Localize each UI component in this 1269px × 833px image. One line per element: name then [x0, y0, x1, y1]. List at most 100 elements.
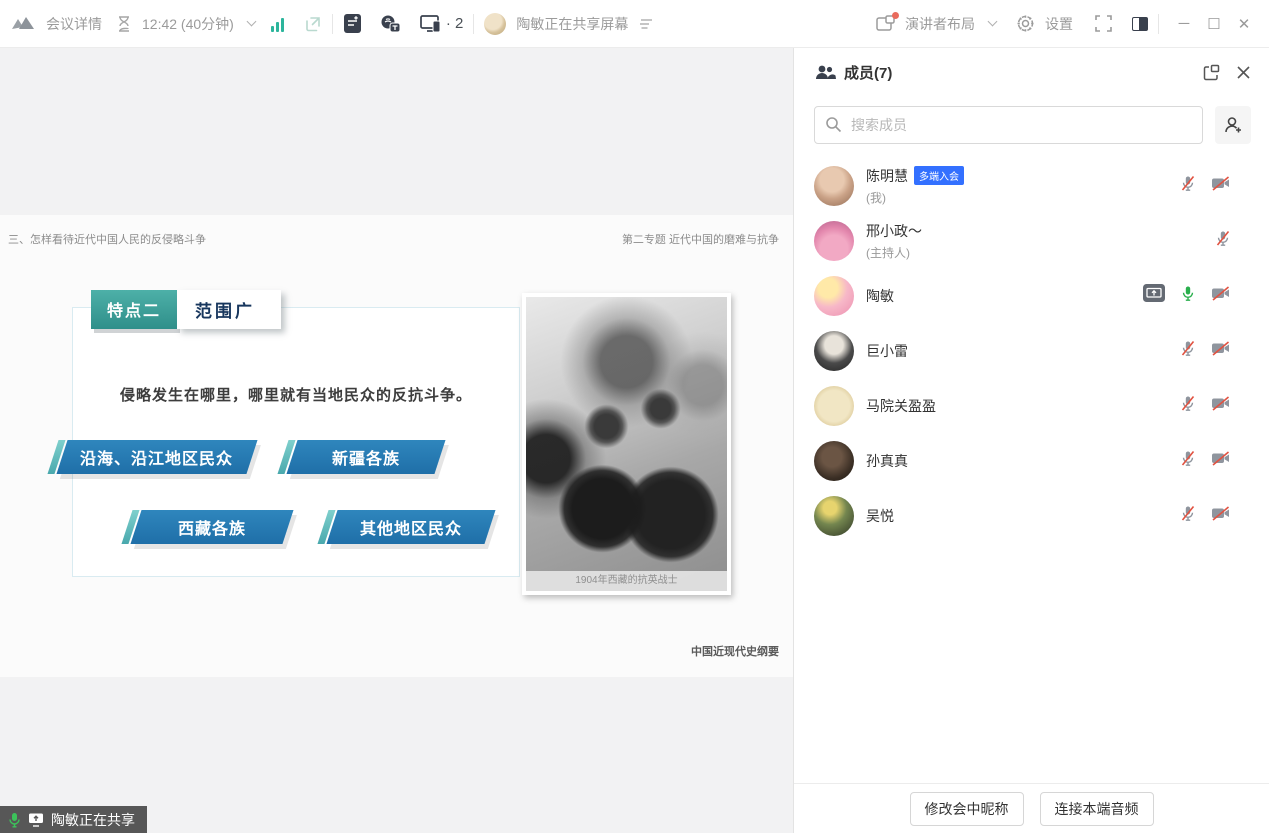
sharing-status-group[interactable]: 陶敏正在共享屏幕 [484, 13, 654, 35]
meeting-docs-icon[interactable] [343, 13, 362, 34]
slide-banner: 沿海、沿江地区民众 [56, 440, 257, 474]
layout-label: 演讲者布局 [905, 14, 975, 34]
app-logo-icon [10, 15, 36, 33]
members-panel: 成员(7) 陈明慧多端入会(我) 邢小政～(主持人) 陶敏巨小雷马院关盈盈孙真真吴悦 [793, 48, 1269, 833]
meeting-window: 会议详情 12:42 (40分钟) · 2 [0, 0, 1269, 833]
member-name: 陶敏 [866, 286, 894, 306]
member-status-icons [1180, 395, 1231, 417]
meeting-details-label: 会议详情 [46, 14, 102, 34]
avatar [814, 276, 854, 316]
slide-banner: 西藏各族 [130, 510, 293, 544]
member-name: 马院关盈盈 [866, 396, 936, 416]
side-panel-toggle-icon[interactable] [1132, 17, 1148, 31]
camera-off-icon [1211, 341, 1231, 361]
members-panel-header: 成员(7) [794, 48, 1269, 96]
slide-banner: 其他地区民众 [326, 510, 495, 544]
meeting-timer[interactable]: 12:42 (40分钟) [116, 14, 255, 34]
member-info: 陶敏 [866, 286, 1143, 306]
historic-photo-image: 1904年西藏的抗英战士 [526, 297, 727, 591]
chevron-down-icon [988, 17, 998, 27]
mic-muted-icon [1180, 340, 1196, 362]
member-info: 巨小雷 [866, 341, 1180, 361]
members-panel-footer: 修改会中昵称 连接本端音频 [794, 783, 1269, 833]
slide-photo: 1904年西藏的抗英战士 [522, 293, 731, 595]
fullscreen-icon[interactable] [1095, 15, 1112, 32]
member-name: 吴悦 [866, 506, 894, 526]
chevron-down-icon [246, 17, 256, 27]
member-status-icons [1180, 505, 1231, 527]
settings-button[interactable]: 设置 [1016, 14, 1073, 34]
avatar [814, 166, 854, 206]
member-row[interactable]: 吴悦 [794, 488, 1269, 543]
members-panel-title: 成员(7) [844, 62, 892, 83]
sharing-toast-text: 陶敏正在共享 [51, 810, 135, 830]
member-info: 邢小政～(主持人) [866, 221, 1215, 261]
screen-share-icon [28, 812, 44, 827]
member-status-icons [1180, 175, 1231, 197]
member-row[interactable]: 陈明慧多端入会(我) [794, 158, 1269, 213]
mic-muted-icon [1180, 505, 1196, 527]
mic-muted-icon [1215, 230, 1231, 252]
connect-audio-button[interactable]: 连接本端音频 [1040, 792, 1154, 826]
avatar [814, 386, 854, 426]
divider [473, 14, 474, 34]
camera-off-icon [1211, 396, 1231, 416]
layout-icon [876, 15, 895, 32]
network-signal-icon[interactable] [271, 16, 284, 32]
member-name: 巨小雷 [866, 341, 908, 361]
minimize-button[interactable]: ─ [1169, 15, 1199, 32]
member-info: 吴悦 [866, 506, 1180, 526]
search-members-input[interactable] [814, 106, 1203, 144]
mic-on-icon [8, 812, 21, 828]
avatar [814, 441, 854, 481]
meeting-details[interactable]: 会议详情 [10, 14, 102, 34]
mic-muted-icon [1180, 175, 1196, 197]
member-role: (主持人) [866, 244, 1215, 261]
slide-tab-scope: 范围广 [177, 290, 281, 329]
slide-header-right: 第二专题 近代中国的磨难与抗争 [622, 231, 779, 247]
member-status-icons [1180, 340, 1231, 362]
sharer-avatar [484, 13, 506, 35]
member-row[interactable]: 邢小政～(主持人) [794, 213, 1269, 268]
avatar [814, 331, 854, 371]
member-info: 马院关盈盈 [866, 396, 1180, 416]
photo-caption: 1904年西藏的抗英战士 [526, 571, 727, 591]
close-panel-icon[interactable] [1236, 65, 1251, 80]
notification-dot [892, 12, 899, 19]
members-icon [814, 64, 836, 80]
member-row[interactable]: 马院关盈盈 [794, 378, 1269, 433]
sharing-status-text: 陶敏正在共享屏幕 [516, 14, 628, 34]
interpretation-icon[interactable] [380, 14, 402, 34]
connected-devices-icon[interactable]: · 2 [420, 14, 464, 33]
divider [1158, 14, 1159, 34]
slide-banner: 新疆各族 [286, 440, 445, 474]
member-list: 陈明慧多端入会(我) 邢小政～(主持人) 陶敏巨小雷马院关盈盈孙真真吴悦 [794, 152, 1269, 543]
avatar [814, 496, 854, 536]
member-row[interactable]: 陶敏 [794, 268, 1269, 323]
close-button[interactable]: ✕ [1229, 15, 1259, 33]
sharing-menu-icon[interactable] [638, 18, 654, 30]
mic-muted-icon [1180, 450, 1196, 472]
camera-off-icon [1211, 506, 1231, 526]
maximize-button[interactable]: ☐ [1199, 15, 1229, 33]
gear-icon [1016, 14, 1035, 33]
member-row[interactable]: 巨小雷 [794, 323, 1269, 378]
screen-sharing-indicator-icon [1143, 284, 1165, 307]
popout-panel-icon[interactable] [1203, 64, 1220, 81]
member-status-icons [1143, 284, 1231, 307]
top-toolbar: 会议详情 12:42 (40分钟) · 2 [0, 0, 1269, 48]
mic-on-icon [1180, 285, 1196, 307]
open-external-icon[interactable] [304, 15, 322, 33]
device-count: · 2 [446, 15, 464, 32]
layout-switcher[interactable]: 演讲者布局 [876, 14, 996, 34]
member-status-icons [1215, 230, 1231, 252]
presentation-slide: 三、怎样看待近代中国人民的反侵略斗争 第二专题 近代中国的磨难与抗争 特点二 范… [0, 215, 793, 677]
camera-off-icon [1211, 286, 1231, 306]
multi-device-badge: 多端入会 [914, 166, 964, 185]
slide-body-text: 侵略发生在哪里，哪里就有当地民众的反抗斗争。 [73, 384, 519, 405]
member-row[interactable]: 孙真真 [794, 433, 1269, 488]
search-icon [825, 116, 842, 138]
divider [332, 14, 333, 34]
add-member-button[interactable] [1215, 106, 1251, 144]
change-nickname-button[interactable]: 修改会中昵称 [910, 792, 1024, 826]
